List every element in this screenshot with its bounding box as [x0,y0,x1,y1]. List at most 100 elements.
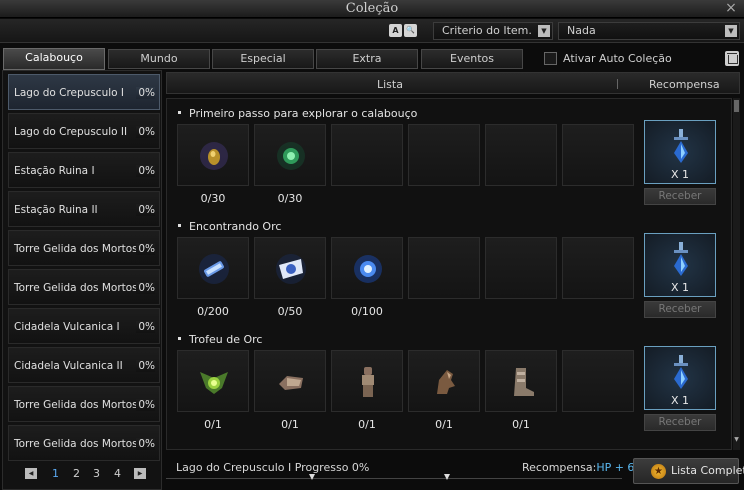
close-icon[interactable]: × [724,1,738,15]
item-count: 0/1 [204,418,222,431]
collection-list[interactable]: Primeiro passo para explorar o calabouço [166,98,732,450]
item-slot[interactable] [254,350,326,412]
bullet-icon [178,224,181,227]
list-item-percent: 0% [136,438,155,450]
list-header: Lista Recompensa [166,72,740,94]
item-slot[interactable] [331,350,403,412]
trash-icon[interactable] [725,51,739,66]
item-slot[interactable] [485,350,557,412]
reward-slot[interactable]: X 1 [644,120,716,184]
item-slot[interactable] [254,124,326,186]
auto-collect-checkbox[interactable] [544,52,557,65]
white-crystal-icon [276,254,306,284]
item-count: 0/30 [200,192,226,205]
next-page-icon[interactable]: ▶ [134,468,146,479]
receive-button[interactable]: Receber [644,188,716,205]
item-slot[interactable] [177,124,249,186]
item-count: 0/1 [281,418,299,431]
item-count: 0/1 [512,418,530,431]
reward-quantity: X 1 [670,168,690,181]
collection-section: Encontrando Orc 0/200 0/50 0/100 X 1 Rec… [167,212,733,325]
item-slot-empty [331,124,403,186]
potion-icon [674,129,688,163]
progress-marker-icon [309,474,315,480]
page-1[interactable]: 1 [52,467,59,480]
prev-page-icon[interactable]: ◀ [25,468,37,479]
scroll-down-icon[interactable]: ▼ [733,436,740,444]
potion-icon [674,242,688,276]
list-item[interactable]: Cidadela Vulcanica II 0% [8,347,160,383]
tab-especial[interactable]: Especial [212,49,314,69]
list-item-percent: 0% [136,399,155,411]
list-item-percent: 0% [136,165,155,177]
list-item-percent: 0% [136,243,155,255]
list-item-name: Torre Gelida dos Mortos 2S [14,438,155,450]
reward-slot[interactable]: X 1 [644,346,716,410]
section-title: Trofeu de Orc [189,333,263,346]
receive-button[interactable]: Receber [644,301,716,318]
criteria-value-dropdown[interactable]: Nada ▼ [558,22,740,40]
list-item[interactable]: Torre Gelida dos Mortos 2S 0% [8,386,160,422]
list-item[interactable]: Torre Gelida dos Mortos 1S 0% [8,269,160,305]
item-count: 0/1 [358,418,376,431]
star-icon: ★ [651,464,666,479]
progress-marker-icon [444,474,450,480]
tab-mundo[interactable]: Mundo [108,49,210,69]
item-slot-empty [485,237,557,299]
complete-list-button[interactable]: ★ Lista Completa [633,458,744,484]
search-icon[interactable]: 🔍 [404,24,417,37]
gauntlet-icon [279,376,303,390]
item-slot-empty [485,124,557,186]
potion-icon [674,355,688,389]
tab-extra[interactable]: Extra [316,49,418,69]
item-slot[interactable] [254,237,326,299]
item-slot[interactable] [177,350,249,412]
tab-bar: Calabouço Mundo Especial Extra Eventos A… [0,48,744,70]
criteria-dropdown[interactable]: Criterio do Item. ▼ [433,22,553,40]
receive-button[interactable]: Receber [644,414,716,431]
list-item-name: Lago do Crepusculo I [14,87,125,99]
blue-spark-icon [354,255,382,283]
page-2[interactable]: 2 [73,467,80,480]
item-slot[interactable] [331,237,403,299]
scrollbar-thumb[interactable] [734,100,739,112]
blue-scroll-icon [199,254,229,284]
chevron-down-icon: ▼ [538,25,550,37]
alphabetical-sort-button[interactable]: A [389,24,402,37]
list-item[interactable]: Lago do Crepusculo II 0% [8,113,160,149]
page-4[interactable]: 4 [114,467,121,480]
list-item-percent: 0% [136,360,155,372]
item-slot-empty [408,237,480,299]
page-3[interactable]: 3 [93,467,100,480]
section-title: Primeiro passo para explorar o calabouço [189,107,418,120]
reward-summary: Recompensa:HP + 60 [522,461,641,474]
list-item[interactable]: Estação Ruina I 0% [8,152,160,188]
item-slot[interactable] [177,237,249,299]
item-count: 0/1 [435,418,453,431]
item-slot[interactable] [408,350,480,412]
window-title: Coleção [345,1,399,16]
list-item[interactable]: Lago do Crepusculo I 0% [8,74,160,110]
list-item-name: Cidadela Vulcanica I [14,321,120,333]
tab-eventos[interactable]: Eventos [421,49,523,69]
gold-orb-icon [200,142,228,170]
item-count: 0/200 [197,305,229,318]
reward-slot[interactable]: X 1 [644,233,716,297]
filter-bar: A 🔍 Criterio do Item. ▼ Nada ▼ [0,19,744,43]
green-gem-icon [277,142,305,170]
list-item[interactable]: Cidadela Vulcanica I 0% [8,308,160,344]
item-slot-empty [408,124,480,186]
auto-collect-label: Ativar Auto Coleção [563,52,672,65]
dungeon-list: Lago do Crepusculo I 0% Lago do Crepuscu… [2,70,162,490]
list-item-name: Torre Gelida dos Mortos 2S [14,399,155,411]
list-item[interactable]: Torre Gelida dos Mortos 2S 0% [8,425,160,461]
tab-calabouco[interactable]: Calabouço [3,48,105,70]
scrollbar[interactable]: ▼ [733,98,740,450]
item-count: 0/30 [277,192,303,205]
header-divider [617,79,618,89]
boot-icon [514,368,534,396]
list-item-name: Torre Gelida dos Mortos 1S [14,282,155,294]
list-item[interactable]: Estação Ruina II 0% [8,191,160,227]
list-item[interactable]: Torre Gelida dos Mortos 1S 0% [8,230,160,266]
chevron-down-icon: ▼ [725,25,737,37]
